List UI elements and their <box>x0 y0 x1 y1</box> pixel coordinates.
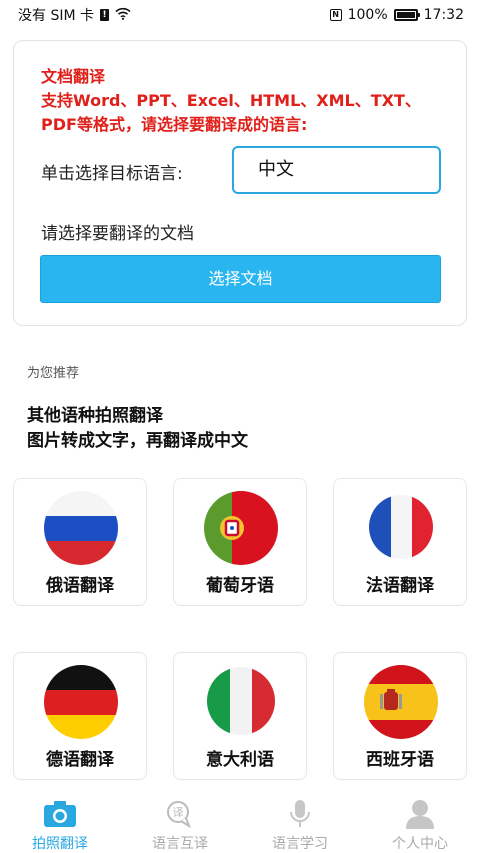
germany-flag-icon <box>44 665 118 739</box>
language-card-russian[interactable]: 俄语翻译 <box>13 478 147 606</box>
sim-alert-icon: ! <box>100 9 109 21</box>
battery-percent: 100% <box>347 7 388 23</box>
battery-level <box>396 12 415 18</box>
user-icon <box>403 798 437 829</box>
nav-label: 语言互译 <box>152 836 208 852</box>
status-left: 没有 SIM 卡 ! <box>18 5 131 25</box>
target-language-field[interactable]: 中文 <box>232 146 441 194</box>
recommend-label: 为您推荐 <box>27 366 80 381</box>
portugal-flag-icon <box>204 491 278 565</box>
france-flag-icon <box>369 495 433 559</box>
language-label: 意大利语 <box>206 750 274 770</box>
russia-flag-icon <box>44 491 118 565</box>
language-card-portuguese[interactable]: 葡萄牙语 <box>173 478 307 606</box>
battery-icon <box>393 9 420 21</box>
doc-translate-card: 文档翻译 支持Word、PPT、Excel、HTML、XML、TXT、PDF等格… <box>13 40 467 326</box>
bottom-nav: 拍照翻译 译 语言互译 语言学习 个人中心 <box>0 790 480 853</box>
italy-flag-icon <box>207 667 275 735</box>
nav-label: 语言学习 <box>272 836 328 852</box>
nav-photo-translate[interactable]: 拍照翻译 <box>0 790 120 853</box>
target-language-label: 单击选择目标语言: <box>41 164 183 184</box>
language-label: 俄语翻译 <box>46 576 114 596</box>
translate-bubble-icon: 译 <box>163 798 197 829</box>
clock: 17:32 <box>423 7 464 23</box>
promo-line-2: 图片转成文字，再翻译成中文 <box>27 431 248 451</box>
language-label: 德语翻译 <box>46 750 114 770</box>
card-description: 支持Word、PPT、Excel、HTML、XML、TXT、PDF等格式，请选择… <box>41 91 421 134</box>
nav-label: 拍照翻译 <box>32 836 88 852</box>
language-card-german[interactable]: 德语翻译 <box>13 652 147 780</box>
status-right: N 100% 17:32 <box>329 7 464 23</box>
select-doc-label: 请选择要翻译的文档 <box>41 224 194 244</box>
select-document-button[interactable]: 选择文档 <box>40 255 441 303</box>
spain-flag-icon <box>364 665 438 739</box>
language-card-italian[interactable]: 意大利语 <box>173 652 307 780</box>
language-label: 法语翻译 <box>366 576 434 596</box>
nav-language-learning[interactable]: 语言学习 <box>240 790 360 853</box>
camera-icon <box>43 798 77 829</box>
nav-mutual-translate[interactable]: 译 语言互译 <box>120 790 240 853</box>
promo-text: 其他语种拍照翻译 图片转成文字，再翻译成中文 <box>27 404 248 454</box>
language-card-spanish[interactable]: 西班牙语 <box>333 652 467 780</box>
language-label: 葡萄牙语 <box>206 576 274 596</box>
wifi-icon <box>115 7 131 24</box>
nav-personal-center[interactable]: 个人中心 <box>360 790 480 853</box>
promo-line-1: 其他语种拍照翻译 <box>27 406 163 426</box>
carrier-text: 没有 SIM 卡 <box>18 8 94 24</box>
nav-label: 个人中心 <box>392 836 448 852</box>
language-card-french[interactable]: 法语翻译 <box>333 478 467 606</box>
nfc-icon: N <box>329 9 342 21</box>
status-bar: 没有 SIM 卡 ! N 100% 17:32 <box>0 0 480 30</box>
language-label: 西班牙语 <box>366 750 434 770</box>
card-title: 文档翻译 <box>41 67 106 86</box>
microphone-icon <box>283 798 317 829</box>
svg-text:译: 译 <box>173 806 184 819</box>
